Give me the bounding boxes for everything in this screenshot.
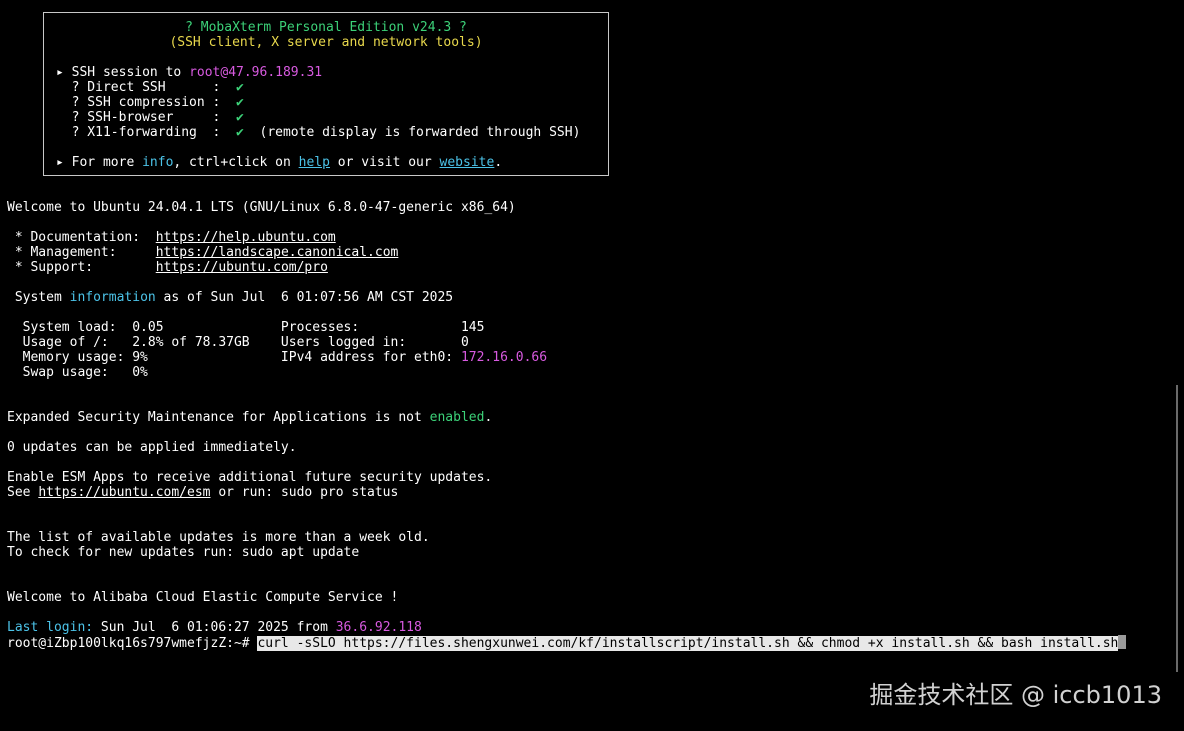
feature-ssh-compression: ? SSH compression : ✔ — [56, 95, 244, 110]
last-login-line: Last login: Sun Jul 6 01:06:27 2025 from… — [7, 620, 422, 635]
system-info-line: System information as of Sun Jul 6 01:07… — [7, 290, 454, 305]
documentation-link[interactable]: https://help.ubuntu.com — [156, 230, 336, 245]
prompt-line[interactable]: root@iZbp100lkq16s797wmefjzZ:~# curl -sS… — [7, 635, 1127, 651]
support-link[interactable]: https://ubuntu.com/pro — [156, 260, 328, 275]
management-link[interactable]: https://landscape.canonical.com — [156, 245, 399, 260]
banner-title: ? MobaXterm Personal Edition v24.3 ? — [185, 20, 467, 35]
alibaba-welcome: Welcome to Alibaba Cloud Elastic Compute… — [7, 590, 399, 605]
support-link-line: * Support: https://ubuntu.com/pro — [7, 260, 328, 275]
stat-row: System load: 0.05 Processes: 145 — [7, 320, 485, 335]
ssh-session-line: ▸ SSH session to root@47.96.189.31 — [56, 65, 323, 80]
last-login-ip: 36.6.92.118 — [335, 620, 422, 635]
command-input[interactable]: curl -sSLO https://files.shengxunwei.com… — [257, 636, 1119, 651]
more-info-line: ▸ For more info, ctrl+click on help or v… — [56, 155, 503, 170]
help-link[interactable]: help — [299, 155, 330, 170]
info-link[interactable]: info — [142, 155, 173, 170]
feature-direct-ssh: ? Direct SSH : ✔ — [56, 80, 244, 95]
list-old-line: The list of available updates is more th… — [7, 530, 430, 545]
text-cursor — [1118, 635, 1127, 649]
ssh-host: root@47.96.189.31 — [189, 65, 323, 80]
shell-prompt: root@iZbp100lkq16s797wmefjzZ:~# — [7, 636, 258, 651]
stat-row: Memory usage: 9% IPv4 address for eth0: … — [7, 350, 548, 365]
ipv4-address: 172.16.0.66 — [460, 350, 548, 365]
updates-line: 0 updates can be applied immediately. — [7, 440, 297, 455]
check-icon: ✔ — [236, 125, 244, 140]
feature-ssh-browser: ? SSH-browser : ✔ — [56, 110, 244, 125]
feature-x11-forwarding: ? X11-forwarding : ✔ (remote display is … — [56, 125, 581, 140]
check-updates-line: To check for new updates run: sudo apt u… — [7, 545, 360, 560]
stat-row: Usage of /: 2.8% of 78.37GB Users logged… — [7, 335, 469, 350]
esm-apps-line: Enable ESM Apps to receive additional fu… — [7, 470, 493, 485]
stat-row: Swap usage: 0% — [7, 365, 148, 380]
website-link[interactable]: website — [440, 155, 495, 170]
management-link-line: * Management: https://landscape.canonica… — [7, 245, 399, 260]
doc-link-line: * Documentation: https://help.ubuntu.com — [7, 230, 336, 245]
terminal-scrollbar[interactable] — [1176, 385, 1178, 672]
check-icon: ✔ — [236, 110, 244, 125]
banner-subtitle: (SSH client, X server and network tools) — [169, 35, 483, 50]
check-icon: ✔ — [236, 95, 244, 110]
welcome-ubuntu: Welcome to Ubuntu 24.04.1 LTS (GNU/Linux… — [7, 200, 516, 215]
esm-link[interactable]: https://ubuntu.com/esm — [38, 485, 210, 500]
mobaxterm-banner: ? MobaXterm Personal Edition v24.3 ? (SS… — [43, 12, 609, 176]
see-esm-line: See https://ubuntu.com/esm or run: sudo … — [7, 485, 399, 500]
esm-line: Expanded Security Maintenance for Applic… — [7, 410, 493, 425]
watermark: 掘金技术社区 @ iccb1013 — [869, 681, 1162, 709]
check-icon: ✔ — [236, 80, 244, 95]
